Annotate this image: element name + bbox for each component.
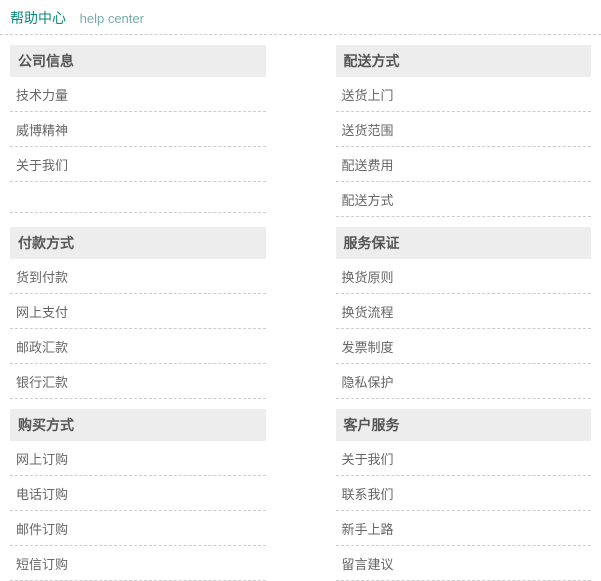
section-column: 付款方式货到付款网上支付邮政汇款银行汇款	[10, 227, 301, 399]
section-column: 公司信息技术力量威博精神关于我们	[10, 45, 301, 217]
help-link[interactable]: 关于我们	[336, 441, 592, 476]
section-row: 公司信息技术力量威博精神关于我们配送方式送货上门送货范围配送费用配送方式	[10, 45, 591, 217]
help-link[interactable]: 送货范围	[336, 112, 592, 147]
page-title-en: help center	[80, 11, 144, 26]
section-title: 客户服务	[336, 409, 592, 441]
page-header: 帮助中心 help center	[0, 0, 601, 35]
section-title: 购买方式	[10, 409, 266, 441]
section-row: 购买方式网上订购电话订购邮件订购短信订购客户服务关于我们联系我们新手上路留言建议	[10, 409, 591, 581]
help-link[interactable]: 联系我们	[336, 476, 592, 511]
help-link[interactable]: 配送费用	[336, 147, 592, 182]
section-column: 客户服务关于我们联系我们新手上路留言建议	[301, 409, 592, 581]
section-column: 配送方式送货上门送货范围配送费用配送方式	[301, 45, 592, 217]
help-link[interactable]: 送货上门	[336, 77, 592, 112]
help-link[interactable]: 关于我们	[10, 147, 266, 182]
section-title: 公司信息	[10, 45, 266, 77]
section-title: 配送方式	[336, 45, 592, 77]
section-title: 服务保证	[336, 227, 592, 259]
help-link[interactable]: 短信订购	[10, 546, 266, 581]
section-column: 服务保证换货原则换货流程发票制度隐私保护	[301, 227, 592, 399]
section-row: 付款方式货到付款网上支付邮政汇款银行汇款服务保证换货原则换货流程发票制度隐私保护	[10, 227, 591, 399]
help-link[interactable]: 威博精神	[10, 112, 266, 147]
page-title-cn: 帮助中心	[10, 10, 66, 26]
help-link[interactable]: 电话订购	[10, 476, 266, 511]
empty-row	[10, 182, 266, 213]
help-link[interactable]: 邮政汇款	[10, 329, 266, 364]
help-link[interactable]: 网上订购	[10, 441, 266, 476]
help-link[interactable]: 配送方式	[336, 182, 592, 217]
section-column: 购买方式网上订购电话订购邮件订购短信订购	[10, 409, 301, 581]
help-link[interactable]: 换货原则	[336, 259, 592, 294]
help-link[interactable]: 留言建议	[336, 546, 592, 581]
help-link[interactable]: 网上支付	[10, 294, 266, 329]
help-link[interactable]: 邮件订购	[10, 511, 266, 546]
help-link[interactable]: 技术力量	[10, 77, 266, 112]
help-link[interactable]: 银行汇款	[10, 364, 266, 399]
section-title: 付款方式	[10, 227, 266, 259]
help-link[interactable]: 隐私保护	[336, 364, 592, 399]
help-link[interactable]: 货到付款	[10, 259, 266, 294]
help-link[interactable]: 新手上路	[336, 511, 592, 546]
help-link[interactable]: 换货流程	[336, 294, 592, 329]
help-sections: 公司信息技术力量威博精神关于我们配送方式送货上门送货范围配送费用配送方式付款方式…	[0, 35, 601, 581]
help-link[interactable]: 发票制度	[336, 329, 592, 364]
